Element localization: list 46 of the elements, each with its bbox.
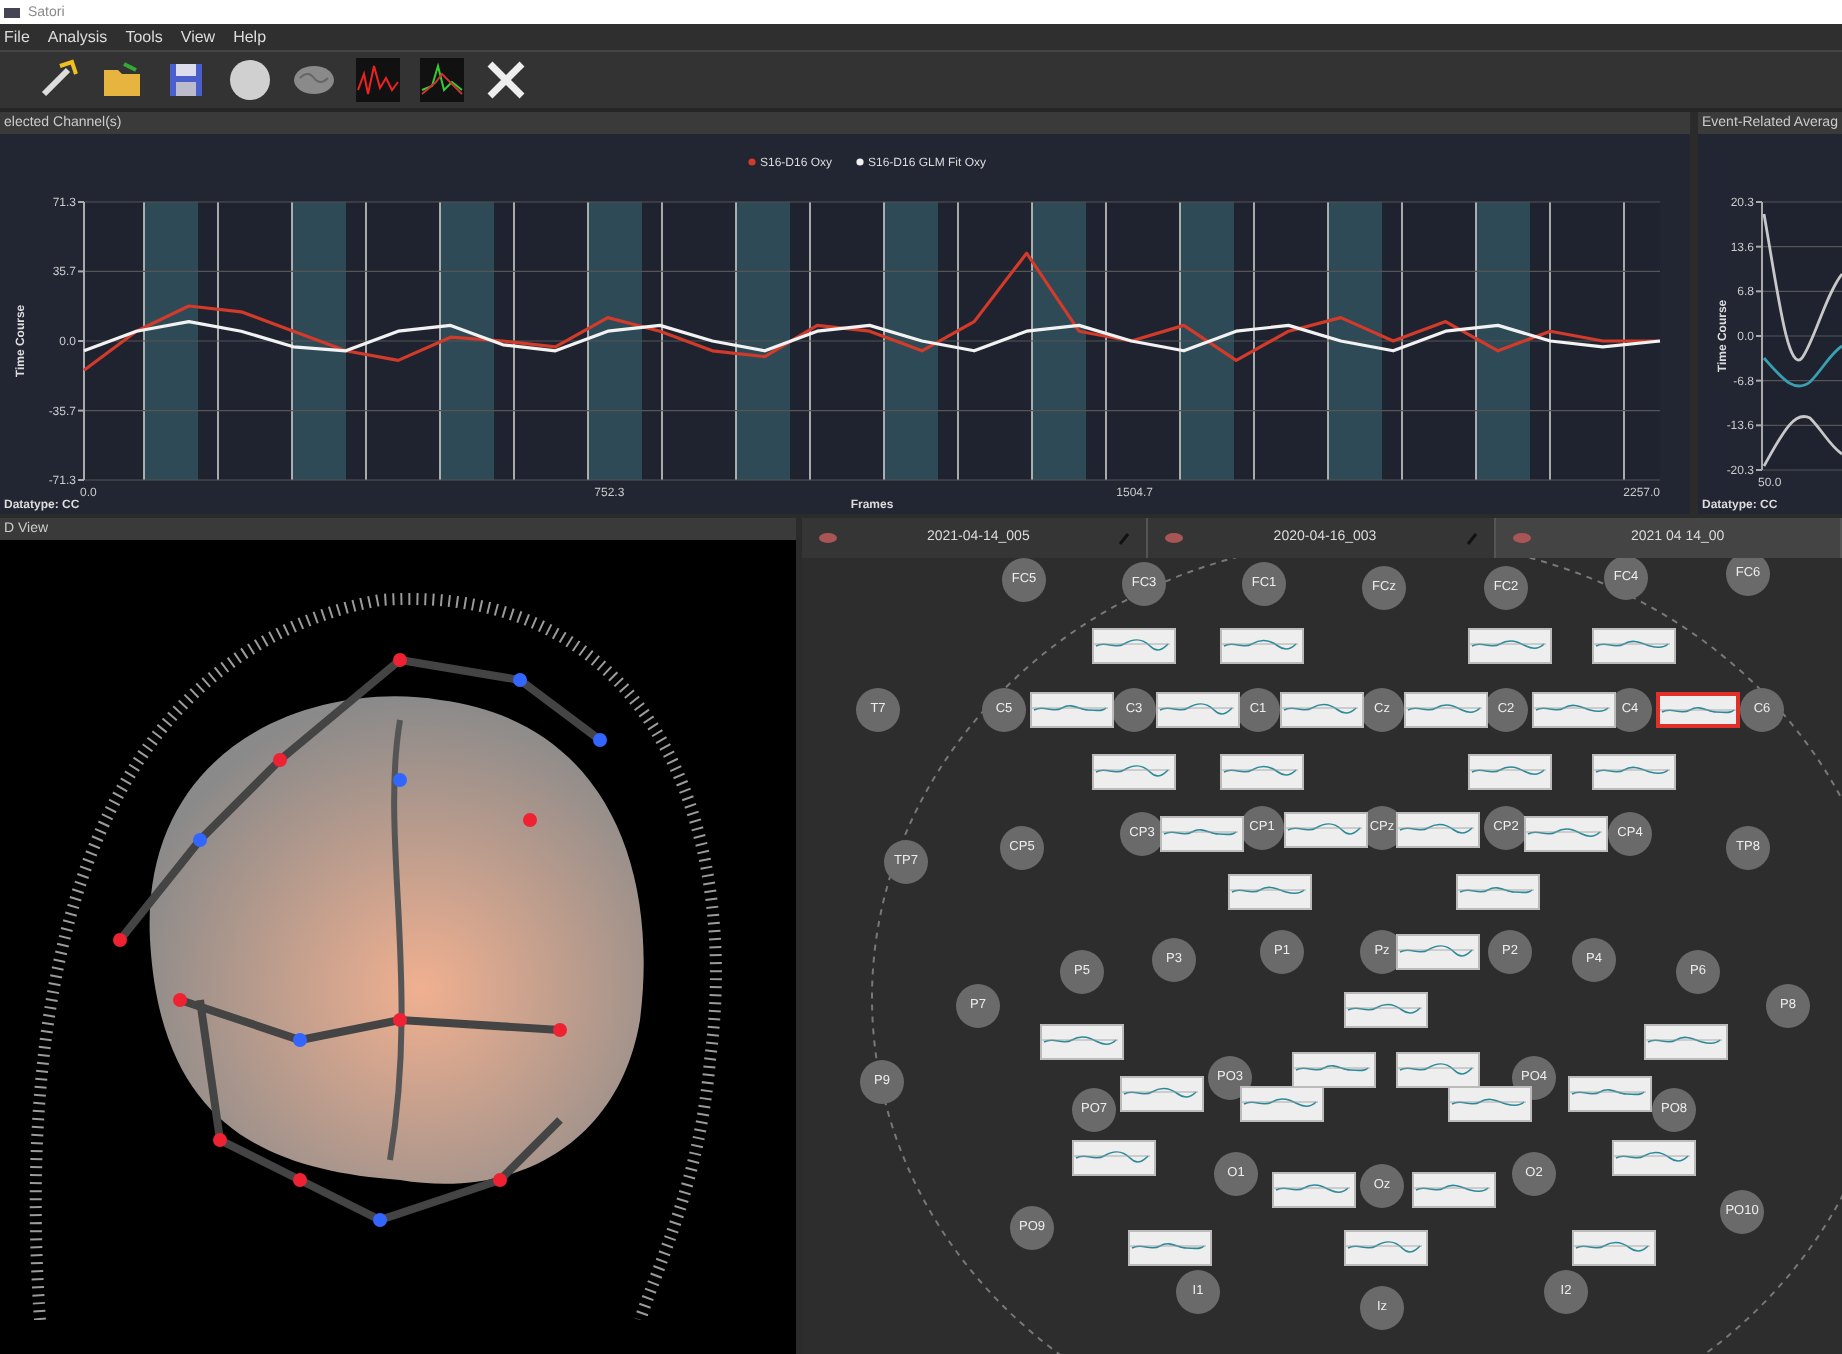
channel-plot[interactable] xyxy=(1448,1086,1532,1122)
channel-plot[interactable] xyxy=(1468,754,1552,790)
channel-plot[interactable] xyxy=(1120,1076,1204,1112)
menu-item[interactable]: Help xyxy=(233,29,267,45)
menu-item[interactable]: Analysis xyxy=(47,29,108,45)
channel-plot[interactable] xyxy=(1220,628,1304,664)
save-icon[interactable] xyxy=(164,58,208,102)
channel-plot[interactable] xyxy=(1240,1086,1324,1122)
channel-plot[interactable] xyxy=(1396,1052,1480,1088)
eye-icon[interactable] xyxy=(1511,532,1532,544)
menu-item[interactable]: File xyxy=(4,29,30,45)
tools-icon[interactable] xyxy=(484,58,528,102)
channel-plot[interactable] xyxy=(1592,628,1676,664)
eye-icon[interactable] xyxy=(1164,532,1185,544)
channel-plot[interactable] xyxy=(1228,874,1312,910)
menu-item[interactable]: Tools xyxy=(125,29,163,45)
channel-plot[interactable] xyxy=(1072,1140,1156,1176)
channel-plot[interactable] xyxy=(1612,1140,1696,1176)
app-icon xyxy=(4,5,20,19)
eye-icon[interactable] xyxy=(818,532,838,544)
channel-plot[interactable] xyxy=(1272,1172,1356,1208)
signal-trace-icon[interactable] xyxy=(356,58,400,102)
menu-item[interactable]: View xyxy=(180,29,216,45)
channel-plot[interactable] xyxy=(1092,628,1176,664)
channel-plot[interactable] xyxy=(1456,874,1540,910)
channel-plot[interactable] xyxy=(1344,992,1428,1028)
channel-plot[interactable] xyxy=(1128,1230,1212,1266)
folder-icon[interactable] xyxy=(100,58,144,102)
pin-icon[interactable] xyxy=(1118,531,1131,545)
channel-plot[interactable] xyxy=(1092,754,1176,790)
channel-plot[interactable] xyxy=(1592,754,1676,790)
channel-plot[interactable] xyxy=(1220,754,1304,790)
channel-plot[interactable] xyxy=(1292,1052,1376,1088)
channel-plot[interactable] xyxy=(1396,812,1480,848)
wand-icon[interactable] xyxy=(36,58,80,102)
channel-plot[interactable] xyxy=(1468,628,1552,664)
spectrum-icon[interactable] xyxy=(420,58,464,102)
channel-plot[interactable] xyxy=(1568,1076,1652,1112)
channel-plot[interactable] xyxy=(1344,1230,1428,1266)
channel-plot[interactable] xyxy=(1412,1172,1496,1208)
channel-plot[interactable] xyxy=(1040,1024,1124,1060)
channel-plot[interactable] xyxy=(1284,812,1368,848)
channel-plot[interactable] xyxy=(1644,1024,1728,1060)
sphere-icon[interactable] xyxy=(228,58,272,102)
channel-plot[interactable] xyxy=(1572,1230,1656,1266)
pin-icon[interactable] xyxy=(1465,531,1478,545)
